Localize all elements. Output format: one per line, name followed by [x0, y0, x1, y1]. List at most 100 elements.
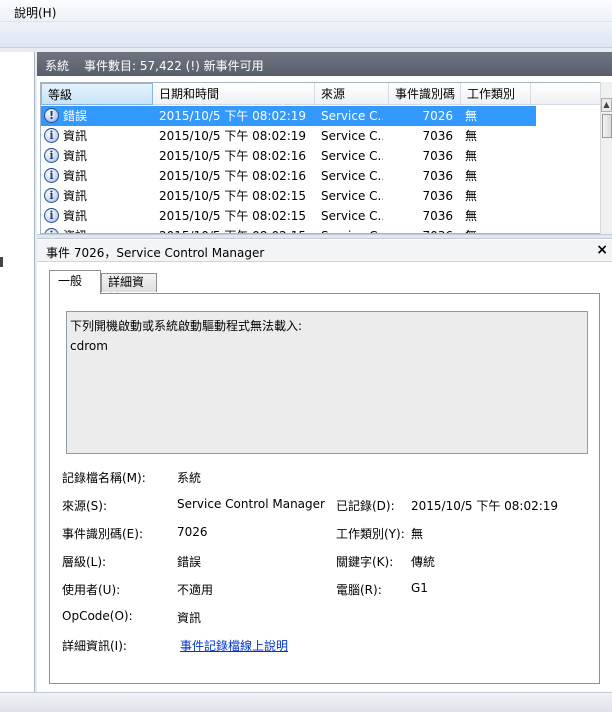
logged-value: 2015/10/5 下午 08:02:19 [411, 499, 559, 513]
row-event-id: 7026 [422, 109, 453, 123]
table-row[interactable]: i 資訊 2015/10/5 下午 08:02:15 Service C... 7036… [41, 186, 536, 206]
row-source: Service C... [321, 226, 383, 233]
opcode-label: OpCode(O): [62, 609, 133, 623]
event-list[interactable]: 等級 日期和時間 來源 事件識別碼 工作類別 ! 錯誤 2015/10/5 下午 0… [40, 82, 603, 234]
event-detail-title: 事件 7026，Service Control Manager [46, 246, 265, 260]
level-label: 層級(L): [62, 555, 107, 569]
menu-bar: 說明(H) [0, 0, 612, 22]
status-bar [0, 692, 612, 712]
row-level: 錯誤 [63, 109, 88, 123]
detail-tabs: 一般 詳細資料 [49, 270, 609, 306]
row-date: 2015/10/5 下午 08:02:15 [159, 189, 307, 203]
table-row[interactable]: i 資訊 2015/10/5 下午 08:02:16 Service C... 7036… [41, 146, 536, 166]
log-name: 系統 [45, 59, 70, 73]
row-category: 無 [465, 189, 478, 203]
main-pane: 系統 事件數目: 57,422 (!) 新事件可用 等級 日期和時間 來源 事件… [37, 52, 612, 692]
info-icon: i [44, 188, 59, 203]
row-date: 2015/10/5 下午 08:02:19 [159, 129, 307, 143]
table-row[interactable]: i 資訊 2015/10/5 下午 08:02:19 Service C... 7036… [41, 126, 536, 146]
row-event-id: 7036 [422, 149, 453, 163]
row-level: 資訊 [63, 189, 88, 203]
row-event-id: 7036 [422, 209, 453, 223]
scroll-thumb[interactable] [602, 114, 612, 138]
description-driver: cdrom [70, 339, 108, 353]
navigation-pane[interactable] [0, 52, 35, 692]
row-event-id: 7036 [422, 169, 453, 183]
row-source: Service C... [321, 149, 383, 163]
computer-label: 電腦(R): [336, 583, 382, 597]
event-description[interactable]: 下列開機啟動或系統啟動驅動程式無法載入: cdrom [66, 311, 588, 454]
tab-general[interactable]: 一般 [49, 270, 101, 294]
source-value: Service Control Manager [177, 497, 325, 511]
logged-label: 已記錄(D): [336, 499, 395, 513]
info-icon: i [44, 208, 59, 223]
task-category-label: 工作類別(Y): [336, 527, 405, 541]
more-info-label: 詳細資訊(I): [62, 639, 127, 653]
log-header-bar: 系統 事件數目: 57,422 (!) 新事件可用 [37, 52, 612, 76]
user-value: 不適用 [177, 583, 214, 597]
column-date[interactable]: 日期和時間 [153, 83, 315, 105]
row-source: Service C... [321, 169, 383, 183]
row-event-id: 7036 [391, 226, 453, 233]
log-name-label: 記錄檔名稱(M): [62, 471, 146, 485]
row-category: 無 [465, 109, 478, 123]
scroll-up-arrow-icon[interactable]: ▲ [601, 98, 612, 112]
table-row[interactable]: i 資訊 2015/10/5 下午 08:02:16 Service C... 7036… [41, 166, 536, 186]
table-row[interactable]: i 資訊 2015/10/5 下午 08:02:15 Service C... 7036… [41, 206, 536, 226]
row-event-id: 7036 [422, 129, 453, 143]
nav-marker [0, 257, 3, 267]
event-list-scrollbar[interactable]: ▲ [600, 82, 612, 234]
menu-help[interactable]: 說明(H) [14, 4, 56, 21]
column-source[interactable]: 來源 [315, 83, 389, 105]
user-label: 使用者(U): [62, 583, 121, 597]
info-icon: i [44, 148, 59, 163]
row-level: 資訊 [63, 129, 88, 143]
column-header: 等級 日期和時間 來源 事件識別碼 工作類別 [41, 83, 602, 105]
computer-value: G1 [411, 581, 428, 595]
info-icon: i [44, 128, 59, 143]
level-value: 錯誤 [177, 555, 202, 569]
column-category[interactable]: 工作類別 [461, 83, 531, 105]
row-level: 資訊 [63, 149, 88, 163]
row-date: 2015/10/5 下午 08:02:16 [159, 149, 307, 163]
column-level[interactable]: 等級 [41, 83, 153, 105]
source-label: 來源(S): [62, 499, 108, 513]
row-source: Service C... [321, 209, 383, 223]
event-count: 事件數目: 57,422 (!) 新事件可用 [84, 59, 264, 73]
event-detail-header: 事件 7026，Service Control Manager × [37, 240, 612, 262]
row-category: 無 [465, 209, 478, 223]
row-category: 無 [465, 129, 478, 143]
close-icon[interactable]: × [596, 242, 608, 258]
table-row[interactable]: ! 錯誤 2015/10/5 下午 08:02:19 Service C... 7026… [41, 106, 536, 126]
row-category: 無 [465, 149, 478, 163]
description-text: 下列開機啟動或系統啟動驅動程式無法載入: [70, 319, 303, 333]
pane-splitter[interactable] [37, 234, 612, 239]
event-id-label: 事件識別碼(E): [62, 527, 143, 541]
info-icon: i [44, 168, 59, 183]
row-category: 無 [465, 169, 478, 183]
online-help-link[interactable]: 事件記錄檔線上說明 [180, 637, 288, 654]
keywords-label: 關鍵字(K): [336, 555, 394, 569]
row-level: 資訊 [63, 169, 88, 183]
row-level: 資訊 [63, 209, 88, 223]
error-icon: ! [44, 108, 59, 123]
keywords-value: 傳統 [411, 555, 436, 569]
general-tab-panel: 下列開機啟動或系統啟動驅動程式無法載入: cdrom 記錄檔名稱(M): 系統 … [49, 293, 600, 684]
task-category-value: 無 [411, 527, 424, 541]
row-date: 2015/10/5 下午 08:02:15 [159, 226, 319, 233]
row-date: 2015/10/5 下午 08:02:19 [159, 109, 307, 123]
row-source: Service C... [321, 129, 383, 143]
table-row[interactable]: i資訊2015/10/5 下午 08:02:15Service C...7036… [41, 226, 536, 233]
column-event-id[interactable]: 事件識別碼 [389, 83, 461, 105]
row-event-id: 7036 [422, 189, 453, 203]
row-date: 2015/10/5 下午 08:02:15 [159, 209, 307, 223]
tab-details[interactable]: 詳細資料 [101, 273, 157, 306]
row-source: Service C... [321, 189, 383, 203]
row-level: 資訊 [63, 226, 151, 233]
log-name-value: 系統 [177, 471, 202, 485]
toolbar [0, 22, 612, 48]
opcode-value: 資訊 [177, 611, 202, 625]
row-source: Service C... [321, 109, 383, 123]
row-date: 2015/10/5 下午 08:02:16 [159, 169, 307, 183]
row-category: 無 [465, 226, 525, 233]
